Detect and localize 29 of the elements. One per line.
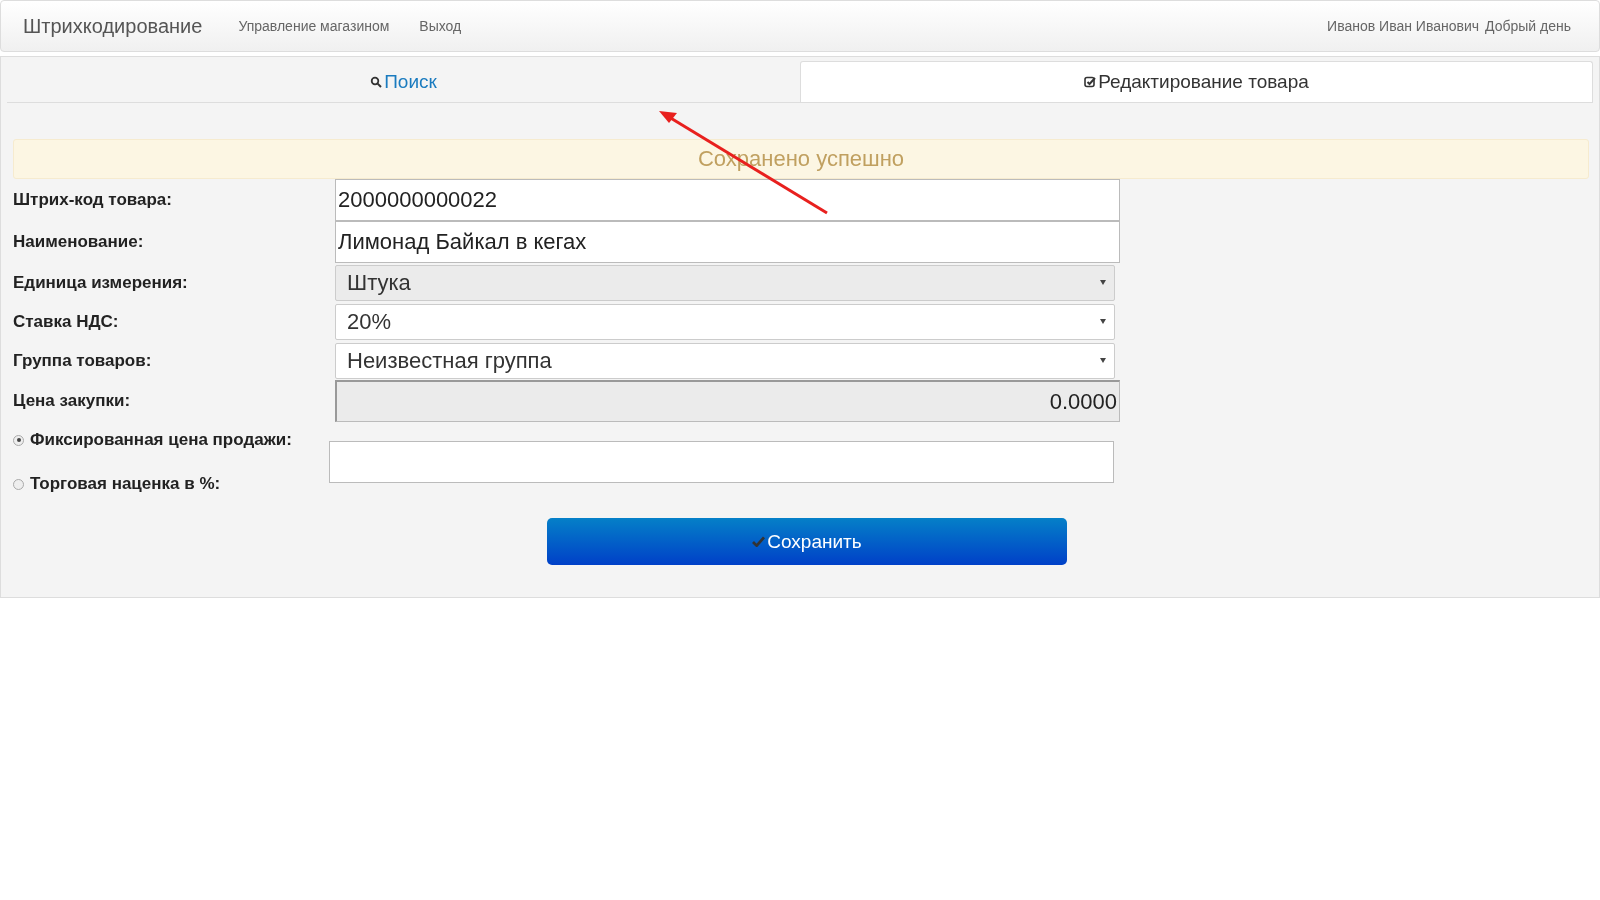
select-field[interactable]: Неизвестная группа [335,342,1115,379]
select-field[interactable]: 20% [335,303,1115,340]
radio-label: Фиксированная цена продажи: [30,430,292,450]
field-label: Группа товаров: [13,350,153,371]
caret-icon [1100,358,1106,363]
caret-icon [1100,319,1106,324]
caret-icon [1100,280,1106,285]
search-icon [370,76,383,88]
radio-button[interactable] [13,434,24,446]
nav-link[interactable]: Управление магазином [238,18,390,34]
field-label: Единица измерения: [13,272,189,293]
brand-title[interactable]: Штрихкодирование [23,14,203,38]
radio-label: Торговая наценка в %: [30,474,221,494]
field-label: Ставка НДС: [13,311,120,332]
field-label: Наименование: [13,232,145,252]
field-label: Цена закупки: [13,391,132,411]
field-label: Штрих-код товара: [13,190,173,210]
save-button[interactable]: Сохранить [547,518,1067,565]
tab[interactable]: Редактирование товара [800,61,1593,102]
nav-link[interactable]: Выход [419,18,462,34]
input-field[interactable] [329,441,1114,483]
tab[interactable]: Поиск [7,61,800,102]
input-field[interactable]: Лимонад Байкал в кегах [335,221,1120,263]
checkbox-icon [1084,76,1097,88]
checkmark-icon [752,536,766,547]
greeting-text: Добрый день [1485,18,1571,34]
input-field[interactable]: 2000000000022 [335,179,1120,221]
user-name: Иванов Иван Иванович [1327,18,1479,34]
radio-button[interactable] [13,478,24,490]
